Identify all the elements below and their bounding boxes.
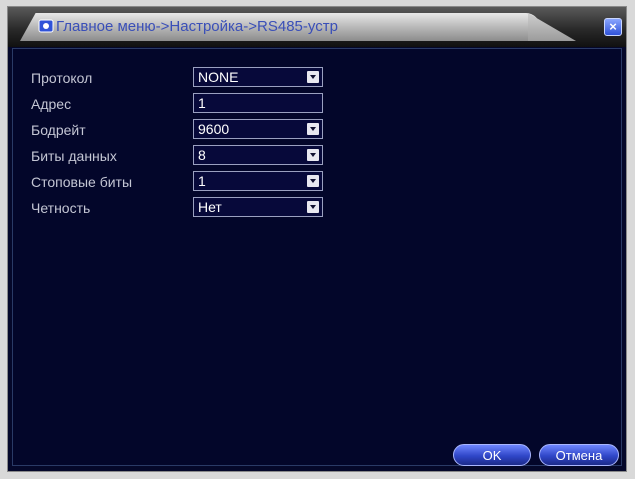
ok-button[interactable]: OK: [453, 444, 531, 466]
protocol-dropdown[interactable]: NONE: [193, 67, 323, 87]
address-row: Адрес 1: [31, 93, 331, 115]
protocol-row: Протокол NONE: [31, 67, 331, 89]
baudrate-label: Бодрейт: [31, 122, 86, 138]
baudrate-dropdown[interactable]: 9600: [193, 119, 323, 139]
cancel-button[interactable]: Отмена: [539, 444, 619, 466]
databits-label: Биты данных: [31, 148, 117, 164]
chevron-down-icon[interactable]: [307, 123, 319, 135]
stopbits-value: 1: [198, 173, 206, 189]
window-title: Главное меню->Настройка->RS485-устр: [56, 18, 338, 35]
parity-row: Четность Нет: [31, 197, 331, 219]
databits-value: 8: [198, 147, 206, 163]
baudrate-value: 9600: [198, 121, 230, 137]
protocol-label: Протокол: [31, 70, 93, 86]
stopbits-row: Стоповые биты 1: [31, 171, 331, 193]
close-icon[interactable]: ×: [604, 18, 622, 36]
baudrate-row: Бодрейт 9600: [31, 119, 331, 141]
settings-panel: Протокол NONE Адрес 1 Бодрейт 9600 Биты …: [12, 48, 622, 466]
protocol-value: NONE: [198, 69, 239, 85]
settings-icon: [38, 19, 54, 33]
databits-row: Биты данных 8: [31, 145, 331, 167]
parity-value: Нет: [198, 199, 222, 215]
rs485-settings-window: Главное меню->Настройка->RS485-устр × Пр…: [7, 6, 627, 472]
address-input[interactable]: 1: [193, 93, 323, 113]
chevron-down-icon[interactable]: [307, 201, 319, 213]
chevron-down-icon[interactable]: [307, 149, 319, 161]
title-bar: Главное меню->Настройка->RS485-устр ×: [8, 7, 626, 47]
parity-dropdown[interactable]: Нет: [193, 197, 323, 217]
address-value: 1: [198, 95, 206, 111]
databits-dropdown[interactable]: 8: [193, 145, 323, 165]
address-label: Адрес: [31, 96, 72, 112]
chevron-down-icon[interactable]: [307, 71, 319, 83]
stopbits-dropdown[interactable]: 1: [193, 171, 323, 191]
parity-label: Четность: [31, 200, 91, 216]
stopbits-label: Стоповые биты: [31, 174, 133, 190]
chevron-down-icon[interactable]: [307, 175, 319, 187]
